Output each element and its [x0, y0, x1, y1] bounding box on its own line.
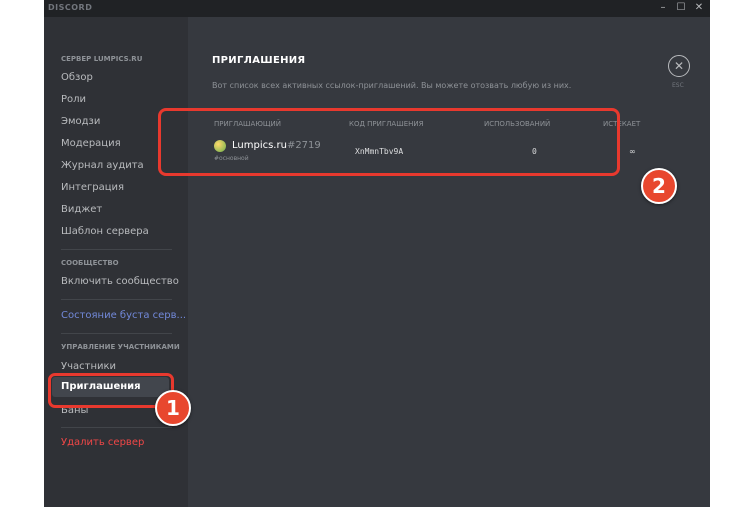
step-badge-2: 2: [641, 168, 677, 204]
sidebar-item-enable-community[interactable]: Включить сообщество: [61, 276, 179, 287]
sidebar-item-overview[interactable]: Обзор: [61, 72, 93, 83]
server-header: СЕРВЕР LUMPICS.RU: [61, 55, 143, 63]
sidebar-item-server-template[interactable]: Шаблон сервера: [61, 226, 149, 237]
sidebar-item-moderation[interactable]: Модерация: [61, 138, 121, 149]
settings-sidebar: СЕРВЕР LUMPICS.RU Обзор Роли Эмодзи Моде…: [44, 17, 188, 507]
title-bar: DISCORD – ☐ ✕: [44, 0, 710, 17]
discord-window: DISCORD – ☐ ✕ СЕРВЕР LUMPICS.RU Обзор Ро…: [44, 0, 710, 507]
step-badge-1: 1: [155, 390, 191, 426]
sidebar-item-integrations[interactable]: Интеграция: [61, 182, 124, 193]
app-name: DISCORD: [48, 3, 93, 12]
maximize-icon[interactable]: ☐: [674, 1, 688, 15]
invite-expires: ∞: [629, 147, 636, 156]
invites-table-highlight: [158, 108, 620, 176]
sidebar-item-members[interactable]: Участники: [61, 361, 116, 372]
divider: [61, 427, 172, 428]
sidebar-item-roles[interactable]: Роли: [61, 94, 86, 105]
divider: [61, 249, 172, 250]
members-header: УПРАВЛЕНИЕ УЧАСТНИКАМИ: [61, 343, 180, 351]
page-description: Вот список всех активных ссылок-приглаше…: [212, 81, 572, 90]
sidebar-item-delete-server[interactable]: Удалить сервер: [61, 437, 144, 448]
close-window-icon[interactable]: ✕: [692, 1, 706, 15]
sidebar-item-emoji[interactable]: Эмодзи: [61, 116, 100, 127]
settings-content: ПРИГЛАШЕНИЯ Вот список всех активных ссы…: [188, 17, 710, 507]
divider: [61, 299, 172, 300]
esc-label: ESC: [672, 82, 684, 89]
divider: [61, 333, 172, 334]
minimize-icon[interactable]: –: [656, 1, 670, 15]
page-title: ПРИГЛАШЕНИЯ: [212, 55, 306, 66]
sidebar-item-widget[interactable]: Виджет: [61, 204, 102, 215]
community-header: СООБЩЕСТВО: [61, 259, 119, 267]
sidebar-item-audit-log[interactable]: Журнал аудита: [61, 160, 144, 171]
close-icon[interactable]: ✕: [668, 55, 690, 77]
sidebar-item-boost-status[interactable]: Состояние буста серв...: [61, 310, 186, 321]
